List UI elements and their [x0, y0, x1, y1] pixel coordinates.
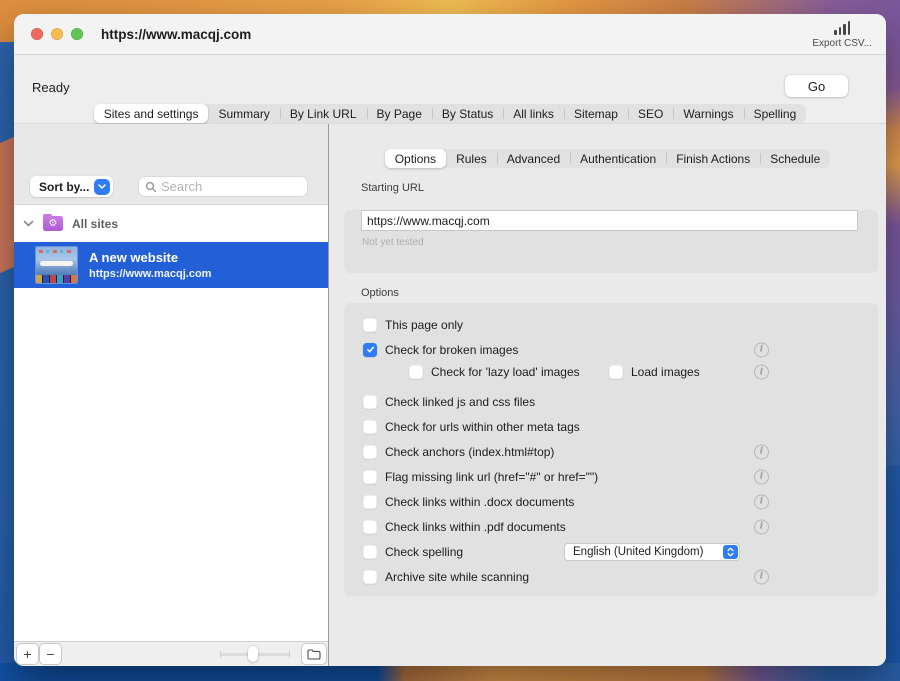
checkbox-pdf-documents[interactable] [363, 520, 377, 534]
thumbnail-size-slider[interactable] [220, 646, 290, 662]
tab-by-status[interactable]: By Status [432, 104, 503, 123]
info-icon[interactable]: i [754, 519, 769, 534]
option-row: Flag missing link url (href="#" or href=… [344, 464, 878, 489]
tab-seo[interactable]: SEO [628, 104, 673, 123]
export-csv-button[interactable]: Export CSV... [812, 20, 872, 49]
option-row: Check linked js and css files [344, 389, 878, 414]
tab-finish-actions[interactable]: Finish Actions [666, 149, 760, 168]
spelling-language-select[interactable]: English (United Kingdom) [564, 543, 740, 561]
option-row: This page only [344, 312, 878, 337]
checkbox-broken-images[interactable] [363, 343, 377, 357]
chevron-down-icon [94, 179, 110, 195]
toolbar: Ready Go [14, 55, 886, 104]
search-field[interactable] [138, 176, 308, 197]
checkbox-check-anchors[interactable] [363, 445, 377, 459]
status-text: Ready [32, 80, 70, 95]
checkbox-this-page-only[interactable] [363, 318, 377, 332]
option-row: Check spelling English (United Kingdom) [344, 539, 878, 564]
options-panel: This page only Check for broken images i… [344, 303, 878, 596]
main-tab-row: Sites and settings Summary By Link URL B… [14, 104, 886, 123]
checkbox-urls-meta-tags[interactable] [363, 420, 377, 434]
option-row: Check links within .docx documents i [344, 489, 878, 514]
info-icon[interactable]: i [754, 569, 769, 584]
reveal-folder-button[interactable] [301, 643, 327, 665]
option-row: Check for broken images i [344, 337, 878, 362]
close-window-button[interactable] [31, 28, 43, 40]
tab-warnings[interactable]: Warnings [673, 104, 743, 123]
tab-authentication[interactable]: Authentication [570, 149, 666, 168]
site-list-item-selected[interactable]: A new website https://www.macqj.com [14, 242, 328, 288]
info-icon[interactable]: i [754, 365, 769, 380]
option-row: Check anchors (index.html#top) i [344, 439, 878, 464]
minimize-window-button[interactable] [51, 28, 63, 40]
tab-spelling[interactable]: Spelling [744, 104, 807, 123]
folder-icon [307, 649, 321, 660]
slider-handle[interactable] [248, 646, 258, 662]
sort-by-button[interactable]: Sort by... [30, 176, 113, 197]
sort-by-label: Sort by... [39, 180, 89, 194]
checkbox-flag-missing-link[interactable] [363, 470, 377, 484]
export-csv-label: Export CSV... [812, 38, 872, 49]
settings-tab-bar: Options Rules Advanced Authentication Fi… [385, 149, 831, 168]
tab-rules[interactable]: Rules [446, 149, 497, 168]
checkbox-lazy-load-images[interactable] [409, 365, 423, 379]
all-sites-label: All sites [72, 217, 118, 231]
tab-all-links[interactable]: All links [503, 104, 564, 123]
search-input[interactable] [161, 179, 301, 194]
tab-advanced[interactable]: Advanced [497, 149, 570, 168]
not-tested-status: Not yet tested [362, 237, 878, 248]
go-button[interactable]: Go [785, 75, 848, 97]
window-title: https://www.macqj.com [101, 27, 251, 42]
sidebar: Sort by... [14, 124, 328, 666]
site-list: ⚙ All sites A new website https://www.ma… [14, 205, 328, 641]
checkbox-load-images[interactable] [609, 365, 623, 379]
option-row: Archive site while scanning i [344, 564, 878, 589]
sidebar-footer: + − [14, 641, 328, 666]
tab-sitemap[interactable]: Sitemap [564, 104, 628, 123]
window-controls [31, 28, 83, 40]
info-icon[interactable]: i [754, 342, 769, 357]
options-label: Options [361, 287, 886, 299]
main-tab-bar: Sites and settings Summary By Link URL B… [94, 104, 807, 123]
checkbox-check-spelling[interactable] [363, 545, 377, 559]
info-icon[interactable]: i [754, 469, 769, 484]
popup-stepper-icon [723, 545, 738, 559]
content-area: Sort by... [14, 123, 886, 666]
search-icon [145, 181, 157, 193]
tab-schedule[interactable]: Schedule [760, 149, 830, 168]
tab-sites-and-settings[interactable]: Sites and settings [94, 104, 209, 123]
sidebar-header: Sort by... [14, 124, 328, 205]
remove-site-button[interactable]: − [39, 643, 62, 665]
add-site-button[interactable]: + [16, 643, 39, 665]
tab-options[interactable]: Options [385, 149, 446, 168]
site-thumbnail [36, 247, 77, 283]
bar-chart-icon [834, 20, 850, 35]
app-window: https://www.macqj.com Export CSV... Read… [14, 14, 886, 666]
disclosure-chevron-icon[interactable] [23, 220, 34, 227]
all-sites-group[interactable]: ⚙ All sites [14, 205, 328, 242]
tab-by-page[interactable]: By Page [367, 104, 432, 123]
fullscreen-window-button[interactable] [71, 28, 83, 40]
option-row: Check for 'lazy load' images Load images… [344, 362, 878, 382]
tab-summary[interactable]: Summary [208, 104, 279, 123]
starting-url-label: Starting URL [361, 182, 886, 194]
checkbox-archive-site[interactable] [363, 570, 377, 584]
desktop: https://www.macqj.com Export CSV... Read… [0, 0, 900, 681]
info-icon[interactable]: i [754, 444, 769, 459]
site-name: A new website [89, 250, 211, 265]
option-row: Check links within .pdf documents i [344, 514, 878, 539]
info-icon[interactable]: i [754, 494, 769, 509]
settings-pane: Options Rules Advanced Authentication Fi… [329, 124, 886, 666]
starting-url-input[interactable] [361, 210, 858, 231]
sites-folder-icon: ⚙ [43, 216, 63, 231]
checkbox-js-css-files[interactable] [363, 395, 377, 409]
site-url: https://www.macqj.com [89, 268, 211, 280]
tab-by-link-url[interactable]: By Link URL [280, 104, 367, 123]
checkbox-docx-documents[interactable] [363, 495, 377, 509]
starting-url-panel: Not yet tested [344, 210, 878, 273]
option-row: Check for urls within other meta tags [344, 414, 878, 439]
titlebar: https://www.macqj.com Export CSV... [14, 14, 886, 55]
